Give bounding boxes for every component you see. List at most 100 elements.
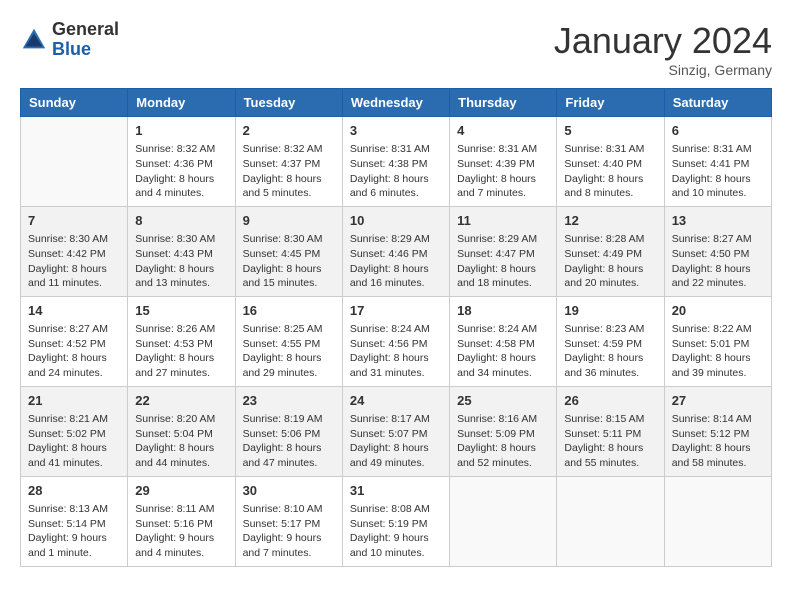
calendar-cell: 11 Sunrise: 8:29 AMSunset: 4:47 PMDayligh…: [450, 206, 557, 296]
calendar-cell: 22Sunrise: 8:20 AMSunset: 5:04 PMDayligh…: [128, 386, 235, 476]
calendar-cell: 25Sunrise: 8:16 AMSunset: 5:09 PMDayligh…: [450, 386, 557, 476]
day-number: 23: [243, 392, 335, 410]
day-number: 12: [564, 212, 656, 230]
day-info: Sunrise: 8:27 AMSunset: 4:50 PMDaylight:…: [672, 232, 764, 291]
calendar-cell: 10 Sunrise: 8:29 AMSunset: 4:46 PMDayligh…: [342, 206, 449, 296]
calendar-cell: 29 Sunrise: 8:11 AMSunset: 5:16 PMDayligh…: [128, 476, 235, 566]
day-info: Sunrise: 8:32 AMSunset: 4:37 PMDaylight:…: [243, 142, 335, 201]
day-number: 28: [28, 482, 120, 500]
day-number: 21: [28, 392, 120, 410]
day-info: Sunrise: 8:14 AMSunset: 5:12 PMDaylight:…: [672, 412, 764, 471]
day-info: Sunrise: 8:31 AMSunset: 4:39 PMDaylight:…: [457, 142, 549, 201]
day-info: Sunrise: 8:28 AMSunset: 4:49 PMDaylight:…: [564, 232, 656, 291]
day-info: Sunrise: 8:30 AMSunset: 4:45 PMDaylight:…: [243, 232, 335, 291]
day-info: Sunrise: 8:24 AMSunset: 4:56 PMDaylight:…: [350, 322, 442, 381]
calendar-cell: 28Sunrise: 8:13 AMSunset: 5:14 PMDayligh…: [21, 476, 128, 566]
calendar-cell: 2 Sunrise: 8:32 AMSunset: 4:37 PMDaylight…: [235, 117, 342, 207]
day-number: 5: [564, 122, 656, 140]
day-info: Sunrise: 8:26 AMSunset: 4:53 PMDaylight:…: [135, 322, 227, 381]
weekday-header-sunday: Sunday: [21, 89, 128, 117]
calendar-cell: 26 Sunrise: 8:15 AMSunset: 5:11 PMDayligh…: [557, 386, 664, 476]
day-number: 24: [350, 392, 442, 410]
day-info: Sunrise: 8:11 AMSunset: 5:16 PMDaylight:…: [135, 502, 227, 561]
weekday-header-row: SundayMondayTuesdayWednesdayThursdayFrid…: [21, 89, 772, 117]
day-number: 9: [243, 212, 335, 230]
day-number: 16: [243, 302, 335, 320]
calendar-cell: [21, 117, 128, 207]
week-row-4: 21Sunrise: 8:21 AMSunset: 5:02 PMDayligh…: [21, 386, 772, 476]
calendar-cell: 4 Sunrise: 8:31 AMSunset: 4:39 PMDaylight…: [450, 117, 557, 207]
calendar-cell: 18Sunrise: 8:24 AMSunset: 4:58 PMDayligh…: [450, 296, 557, 386]
logo: General Blue: [20, 20, 119, 60]
calendar-cell: 15 Sunrise: 8:26 AMSunset: 4:53 PMDayligh…: [128, 296, 235, 386]
day-info: Sunrise: 8:15 AMSunset: 5:11 PMDaylight:…: [564, 412, 656, 471]
day-number: 4: [457, 122, 549, 140]
calendar-cell: 5 Sunrise: 8:31 AMSunset: 4:40 PMDaylight…: [557, 117, 664, 207]
day-number: 8: [135, 212, 227, 230]
logo-text: General Blue: [52, 20, 119, 60]
day-number: 25: [457, 392, 549, 410]
calendar-cell: 6 Sunrise: 8:31 AMSunset: 4:41 PMDaylight…: [664, 117, 771, 207]
calendar-cell: 19 Sunrise: 8:23 AMSunset: 4:59 PMDayligh…: [557, 296, 664, 386]
calendar-cell: 24 Sunrise: 8:17 AMSunset: 5:07 PMDayligh…: [342, 386, 449, 476]
day-info: Sunrise: 8:17 AMSunset: 5:07 PMDaylight:…: [350, 412, 442, 471]
weekday-header-friday: Friday: [557, 89, 664, 117]
logo-general-text: General: [52, 20, 119, 40]
day-number: 19: [564, 302, 656, 320]
calendar-body: 1Sunrise: 8:32 AMSunset: 4:36 PMDaylight…: [21, 117, 772, 567]
day-number: 30: [243, 482, 335, 500]
day-number: 3: [350, 122, 442, 140]
calendar-cell: 30 Sunrise: 8:10 AMSunset: 5:17 PMDayligh…: [235, 476, 342, 566]
weekday-header-wednesday: Wednesday: [342, 89, 449, 117]
day-info: Sunrise: 8:10 AMSunset: 5:17 PMDaylight:…: [243, 502, 335, 561]
day-number: 13: [672, 212, 764, 230]
day-number: 6: [672, 122, 764, 140]
day-number: 10: [350, 212, 442, 230]
calendar-header: SundayMondayTuesdayWednesdayThursdayFrid…: [21, 89, 772, 117]
day-info: Sunrise: 8:25 AMSunset: 4:55 PMDaylight:…: [243, 322, 335, 381]
day-info: Sunrise: 8:31 AMSunset: 4:40 PMDaylight:…: [564, 142, 656, 201]
weekday-header-tuesday: Tuesday: [235, 89, 342, 117]
calendar-cell: 9 Sunrise: 8:30 AMSunset: 4:45 PMDaylight…: [235, 206, 342, 296]
day-info: Sunrise: 8:23 AMSunset: 4:59 PMDaylight:…: [564, 322, 656, 381]
day-number: 14: [28, 302, 120, 320]
day-number: 11: [457, 212, 549, 230]
day-number: 29: [135, 482, 227, 500]
day-info: Sunrise: 8:31 AMSunset: 4:38 PMDaylight:…: [350, 142, 442, 201]
day-info: Sunrise: 8:20 AMSunset: 5:04 PMDaylight:…: [135, 412, 227, 471]
day-info: Sunrise: 8:29 AMSunset: 4:46 PMDaylight:…: [350, 232, 442, 291]
calendar-cell: [557, 476, 664, 566]
calendar-cell: 17 Sunrise: 8:24 AMSunset: 4:56 PMDayligh…: [342, 296, 449, 386]
calendar-cell: 23 Sunrise: 8:19 AMSunset: 5:06 PMDayligh…: [235, 386, 342, 476]
calendar-cell: 3 Sunrise: 8:31 AMSunset: 4:38 PMDaylight…: [342, 117, 449, 207]
weekday-header-thursday: Thursday: [450, 89, 557, 117]
calendar-cell: 1Sunrise: 8:32 AMSunset: 4:36 PMDaylight…: [128, 117, 235, 207]
day-number: 15: [135, 302, 227, 320]
calendar-cell: 16 Sunrise: 8:25 AMSunset: 4:55 PMDayligh…: [235, 296, 342, 386]
day-info: Sunrise: 8:24 AMSunset: 4:58 PMDaylight:…: [457, 322, 549, 381]
day-info: Sunrise: 8:30 AMSunset: 4:43 PMDaylight:…: [135, 232, 227, 291]
week-row-5: 28Sunrise: 8:13 AMSunset: 5:14 PMDayligh…: [21, 476, 772, 566]
calendar-cell: 14 Sunrise: 8:27 AMSunset: 4:52 PMDayligh…: [21, 296, 128, 386]
day-info: Sunrise: 8:19 AMSunset: 5:06 PMDaylight:…: [243, 412, 335, 471]
week-row-2: 7Sunrise: 8:30 AMSunset: 4:42 PMDaylight…: [21, 206, 772, 296]
location: Sinzig, Germany: [554, 62, 772, 78]
weekday-header-saturday: Saturday: [664, 89, 771, 117]
calendar-cell: 31Sunrise: 8:08 AMSunset: 5:19 PMDayligh…: [342, 476, 449, 566]
day-number: 26: [564, 392, 656, 410]
day-info: Sunrise: 8:32 AMSunset: 4:36 PMDaylight:…: [135, 142, 227, 201]
weekday-header-monday: Monday: [128, 89, 235, 117]
calendar-table: SundayMondayTuesdayWednesdayThursdayFrid…: [20, 88, 772, 567]
day-number: 17: [350, 302, 442, 320]
day-number: 2: [243, 122, 335, 140]
day-info: Sunrise: 8:31 AMSunset: 4:41 PMDaylight:…: [672, 142, 764, 201]
day-info: Sunrise: 8:27 AMSunset: 4:52 PMDaylight:…: [28, 322, 120, 381]
month-title: January 2024: [554, 20, 772, 62]
calendar-cell: [450, 476, 557, 566]
page-header: General Blue January 2024 Sinzig, German…: [20, 20, 772, 78]
day-info: Sunrise: 8:29 AMSunset: 4:47 PMDaylight:…: [457, 232, 549, 291]
calendar-cell: 13 Sunrise: 8:27 AMSunset: 4:50 PMDayligh…: [664, 206, 771, 296]
day-info: Sunrise: 8:30 AMSunset: 4:42 PMDaylight:…: [28, 232, 120, 291]
logo-icon: [20, 26, 48, 54]
week-row-1: 1Sunrise: 8:32 AMSunset: 4:36 PMDaylight…: [21, 117, 772, 207]
